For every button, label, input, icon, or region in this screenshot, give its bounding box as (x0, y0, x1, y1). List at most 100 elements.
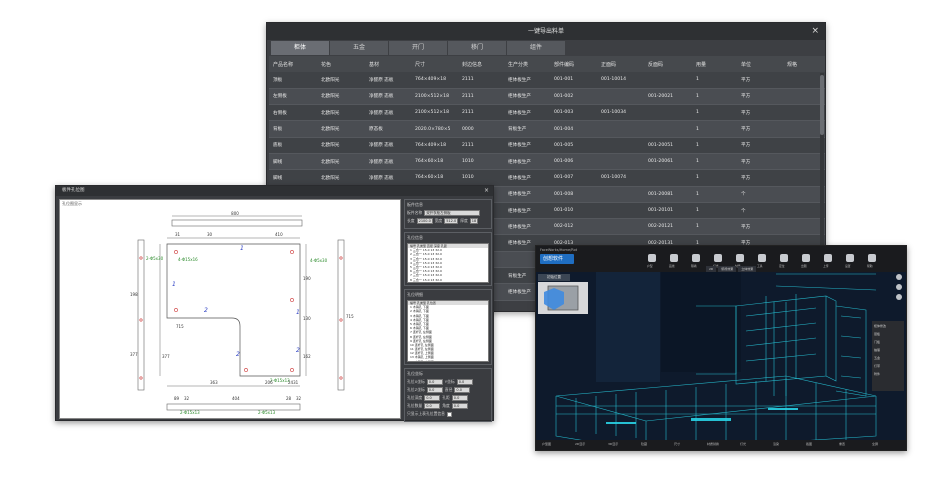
right-panel-item[interactable]: 柜体修改 (874, 323, 902, 329)
table-cell: 柜体板生产 (504, 153, 550, 171)
close-icon[interactable]: × (484, 186, 489, 196)
rotate-icon[interactable] (896, 274, 902, 280)
toolbar-icon[interactable] (846, 254, 854, 262)
column-header[interactable]: 基材 (365, 56, 411, 72)
list-item[interactable]: 14 木销孔 上侧面 (408, 360, 488, 361)
face-table[interactable]: 编号 孔类型 直径 深度 孔距 1 三合一 15.0 13 32.0 2 三合一 … (407, 243, 489, 283)
toolbar-icon[interactable] (802, 254, 810, 262)
column-header[interactable]: 生产分类 (504, 56, 550, 72)
list-item[interactable]: 8 三合一 15.0 13 32.0 (408, 278, 488, 282)
thickness-field[interactable]: 18 (469, 218, 478, 224)
panel-name-field[interactable]: 双开衣柜左侧板 (424, 210, 481, 216)
scroll-thumb[interactable] (820, 75, 824, 135)
tab-top-view[interactable]: 俯视效果 (718, 266, 737, 272)
right-panel-item[interactable]: 灯带 (874, 363, 902, 369)
right-panel-item[interactable]: 附件 (874, 371, 902, 377)
column-header[interactable]: 封边信息 (458, 56, 504, 72)
face-info-group: 孔位信息 编号 孔类型 直径 深度 孔距 1 三合一 15.0 13 32.0 2… (404, 232, 492, 286)
initial-position-chip[interactable]: 初始位置 (538, 274, 570, 281)
right-panel-item[interactable]: 抽屉 (874, 347, 902, 353)
tab-swing-door[interactable]: 开门 (389, 41, 447, 55)
value-field[interactable]: 0.0 (454, 387, 471, 393)
group-title: 孔位明细 (407, 292, 423, 297)
toolbar-icon[interactable] (824, 254, 832, 262)
table-row[interactable]: 背板 北欧阳光 原态板 2020.0×780×5 0000 背板生产 001-004 1 平方 (269, 120, 825, 138)
column-header[interactable]: 尺寸 (411, 56, 458, 72)
3d-viewport[interactable] (536, 246, 907, 451)
toolbar-label: 工具 (757, 264, 763, 268)
bottom-tool[interactable]: 材质替换 (707, 442, 719, 446)
value-field[interactable]: 0.0 (424, 403, 441, 409)
column-header[interactable]: 用量 (692, 56, 737, 72)
toolbar-icon[interactable] (714, 254, 722, 262)
tab-3d-view[interactable]: 立体效果 (738, 266, 757, 272)
toolbar-icon[interactable] (648, 254, 656, 262)
width-field[interactable]: 512.0 (444, 218, 459, 224)
bottom-tool[interactable]: 户型图 (542, 442, 551, 446)
tab-cabinet[interactable]: 柜体 (271, 41, 329, 55)
hole-table[interactable]: 编号 孔类型 孔位置 1 木销孔 下面 2 木销孔 下面 3 木销孔 下面 4 木销孔… (407, 300, 489, 362)
toolbar-icon[interactable] (780, 254, 788, 262)
close-icon[interactable]: × (811, 23, 819, 40)
dim-top-c: 410 (275, 232, 283, 237)
group-title: 板件信息 (407, 202, 423, 207)
value-field[interactable]: 0.0 (426, 387, 443, 393)
bottom-tool[interactable]: 截图 (806, 442, 812, 446)
hole-label: 2-Φ5x30 (146, 256, 164, 261)
toolbar-icon[interactable] (868, 254, 876, 262)
value-field[interactable]: 0.0 (456, 379, 473, 385)
checkbox-label: 只显示上表孔位置信息 (407, 411, 445, 416)
column-header[interactable]: 规格 (783, 56, 825, 72)
design-3d-window: FaceWorks/Home/Rot 创想软件 户型画线隔墙灯光材质工具定位出图… (535, 245, 907, 451)
column-header[interactable]: 产品名称 (269, 56, 317, 72)
bottom-tool[interactable]: 2D显示 (575, 442, 585, 446)
value-field[interactable]: 0.0 (426, 379, 443, 385)
column-header[interactable]: 花色 (317, 56, 365, 72)
column-header[interactable]: 正面码 (597, 56, 644, 72)
field-label: 角度 (442, 403, 450, 408)
toolbar-icon[interactable] (736, 254, 744, 262)
hole-label: 2-Φ15x13 (180, 410, 200, 415)
toolbar-label: 户型 (647, 264, 653, 268)
table-row[interactable]: 顶板 北欧阳光 净醛原 态板 764×409×18 2111 柜体板生产 001-001 00… (269, 72, 825, 89)
bottom-tool[interactable]: 渲染 (773, 442, 779, 446)
bottom-tool[interactable]: 3D显示 (608, 442, 618, 446)
table-row[interactable]: 脚线 北欧阳光 净醛原 态板 764×60×18 1010 柜体板生产 001-006 001… (269, 153, 825, 171)
toolbar-icon[interactable] (692, 254, 700, 262)
value-field[interactable]: 0.0 (451, 395, 468, 401)
table-cell (597, 153, 644, 171)
table-cell: 柜体板生产 (504, 186, 550, 203)
table-row[interactable]: 右侧板 北欧阳光 净醛原 态板 2100×512×18 2111 柜体板生产 001-003… (269, 104, 825, 122)
column-header[interactable]: 部件编码 (550, 56, 597, 72)
zoom-icon[interactable] (896, 284, 902, 290)
pan-icon[interactable] (896, 294, 902, 300)
bottom-tool[interactable]: 尺寸 (674, 442, 680, 446)
table-row[interactable]: 左侧板 北欧阳光 净醛原 态板 2100×512×18 2111 柜体板生产 001-002… (269, 88, 825, 106)
column-header[interactable]: 单位 (737, 56, 783, 72)
tab-component[interactable]: 组件 (507, 41, 565, 55)
column-header[interactable]: 反面码 (644, 56, 692, 72)
toolbar-icon[interactable] (670, 254, 678, 262)
drawing-canvas[interactable]: 孔位图显示 800 31 30 410 198 715 377 377 190 … (59, 199, 401, 419)
table-row[interactable]: 脚线 北欧阳光 净醛原 态板 764×60×18 1010 柜体板生产 001-007 001… (269, 169, 825, 187)
show-info-checkbox[interactable] (446, 411, 452, 417)
bottom-tool[interactable]: 全屏 (872, 442, 878, 446)
value-field[interactable]: 0.0 (424, 395, 441, 401)
bottom-tool[interactable]: 重置 (839, 442, 845, 446)
right-panel-item[interactable]: 层板 (874, 331, 902, 337)
value-field[interactable]: 0.0 (451, 403, 468, 409)
floorplan-thumbnail[interactable] (538, 282, 588, 314)
dim-left-c: 377 (130, 352, 138, 357)
tab-sliding-door[interactable]: 移门 (448, 41, 506, 55)
table-row[interactable]: 底板 北欧阳光 净醛原 态板 764×409×18 2111 柜体板生产 001-005 00… (269, 137, 825, 154)
table-cell (783, 186, 825, 203)
bottom-tool[interactable]: 隐藏 (641, 442, 647, 446)
right-panel-item[interactable]: 门板 (874, 339, 902, 345)
right-panel-item[interactable]: 五金 (874, 355, 902, 361)
toolbar-icon[interactable] (758, 254, 766, 262)
tab-2d[interactable]: 2D (706, 266, 717, 272)
bottom-tool[interactable]: 灯光 (740, 442, 746, 446)
tab-hardware[interactable]: 五金 (330, 41, 388, 55)
length-field[interactable]: 2100.0 (416, 218, 433, 224)
table-cell (783, 72, 825, 89)
